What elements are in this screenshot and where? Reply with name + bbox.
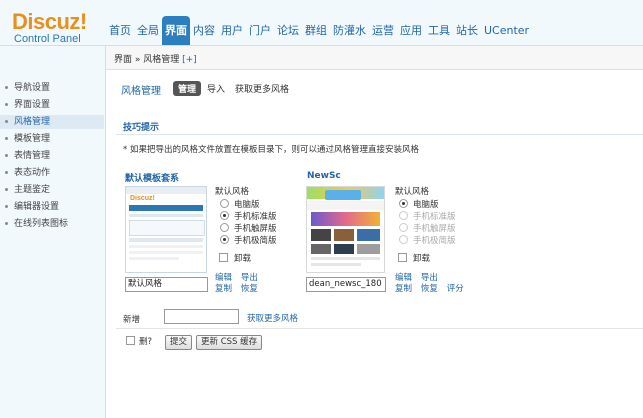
nav-ucenter[interactable]: UCenter [481,16,532,45]
nav-interface[interactable]: 界面 [162,16,190,45]
style-name-input[interactable]: dean_newsc_180 [306,277,386,292]
sidebar-item-actions[interactable]: 表态动作 [5,166,50,180]
new-style-input[interactable] [164,309,239,324]
bullet-icon [5,103,8,106]
nav-users[interactable]: 用户 [218,16,246,45]
uninstall-checkbox[interactable]: 卸载 [219,253,251,265]
radio-pc[interactable]: 电脑版 [220,199,260,211]
restore-link[interactable]: 恢复 [421,284,438,294]
radio-button [399,211,408,220]
copy-link[interactable]: 复制 [395,284,412,294]
style-thumbnail[interactable]: Discuz! [125,186,207,273]
submit-button[interactable]: 提交 [165,335,193,350]
checkbox[interactable] [398,253,407,262]
radio-button[interactable] [220,211,229,220]
style-name-input[interactable]: 默认风格 [125,277,208,292]
radio-button [399,235,408,244]
logo-subtitle: Control Panel [14,33,81,45]
default-style-label: 默认风格 [215,187,250,197]
radio-mobile-simple[interactable]: 手机极简版 [220,235,277,247]
sidebar: 导航设置 界面设置 风格管理 模板管理 表情管理 表态动作 主题鉴定 编辑器设置… [0,46,106,418]
nav-forum[interactable]: 论坛 [274,16,302,45]
radio-button[interactable] [399,199,408,208]
checkbox[interactable] [126,336,135,345]
tips-text: * 如果把导出的风格文件放置在模板目录下，则可以通过风格管理直接安装风格 [123,145,419,155]
nav-content[interactable]: 内容 [190,16,218,45]
radio-button [399,223,408,232]
style-actions-2: 复制 恢复 [215,282,258,294]
nav-global[interactable]: 全局 [134,16,162,45]
bullet-icon [5,171,8,174]
get-more-styles-link[interactable]: 获取更多风格 [247,312,298,324]
nav-tools[interactable]: 工具 [425,16,453,45]
sidebar-item-editor[interactable]: 编辑器设置 [5,200,59,214]
radio-button[interactable] [220,223,229,232]
radio-pc[interactable]: 电脑版 [399,199,439,211]
breadcrumb-text: 界面 » 风格管理 [114,55,180,65]
radio-mobile-standard[interactable]: 手机标准版 [220,211,277,223]
nav-antispam[interactable]: 防灌水 [330,16,369,45]
tab-manage[interactable]: 管理 [173,81,202,96]
copy-link[interactable]: 复制 [215,284,232,294]
uninstall-checkbox[interactable]: 卸载 [398,253,430,265]
logo: Discuz! [12,9,87,34]
sidebar-item-interface[interactable]: 界面设置 [5,98,50,112]
bullet-icon [5,120,8,123]
style-name: 默认模板套系 [125,174,180,184]
sidebar-item-styles[interactable]: 风格管理 [0,115,104,129]
radio-mobile-touch: 手机触屏版 [399,223,456,235]
radio-button[interactable] [220,235,229,244]
bullet-icon [5,137,8,140]
bullet-icon [5,222,8,225]
tips-title: 技巧提示 [123,123,160,133]
add-shortcut-link[interactable]: [+] [182,55,197,65]
delete-checkbox[interactable]: 删? [126,336,152,348]
tab-import[interactable]: 导入 [207,82,225,95]
default-style-label: 默认风格 [395,187,430,197]
nav-webmaster[interactable]: 站长 [453,16,481,45]
nav-operations[interactable]: 运营 [369,16,397,45]
sidebar-item-stamps[interactable]: 主题鉴定 [5,183,50,197]
nav-apps[interactable]: 应用 [397,16,425,45]
sidebar-item-nav[interactable]: 导航设置 [5,81,50,95]
breadcrumb: 界面 » 风格管理 [+] [114,52,197,65]
bullet-icon [5,188,8,191]
checkbox[interactable] [219,253,228,262]
restore-link[interactable]: 恢复 [241,284,258,294]
radio-mobile-standard: 手机标准版 [399,211,456,223]
nav-home[interactable]: 首页 [106,16,134,45]
sidebar-item-online-icons[interactable]: 在线列表图标 [5,217,68,231]
style-name: NewSc [307,171,341,181]
style-actions-2: 复制 恢复 评分 [395,282,464,294]
nav-portal[interactable]: 门户 [246,16,274,45]
radio-mobile-simple: 手机极简版 [399,235,456,247]
bullet-icon [5,154,8,157]
bullet-icon [5,205,8,208]
sidebar-item-smilies[interactable]: 表情管理 [5,149,50,163]
style-thumbnail[interactable] [306,186,385,273]
update-css-cache-button[interactable]: 更新 CSS 缓存 [196,335,263,350]
sidebar-item-templates[interactable]: 模板管理 [5,132,50,146]
divider [116,328,643,329]
page-title: 风格管理 [121,86,161,97]
nav-groups[interactable]: 群组 [302,16,330,45]
new-style-label: 新增 [123,315,141,325]
radio-mobile-touch[interactable]: 手机触屏版 [220,223,277,235]
bullet-icon [5,86,8,89]
top-navigation: 首页 全局 界面 内容 用户 门户 论坛 群组 防灌水 运营 应用 工具 站长 … [106,16,532,45]
tips-header-line [116,115,643,135]
radio-button[interactable] [220,199,229,208]
tab-more-styles[interactable]: 获取更多风格 [235,82,289,95]
rate-link[interactable]: 评分 [447,284,464,294]
